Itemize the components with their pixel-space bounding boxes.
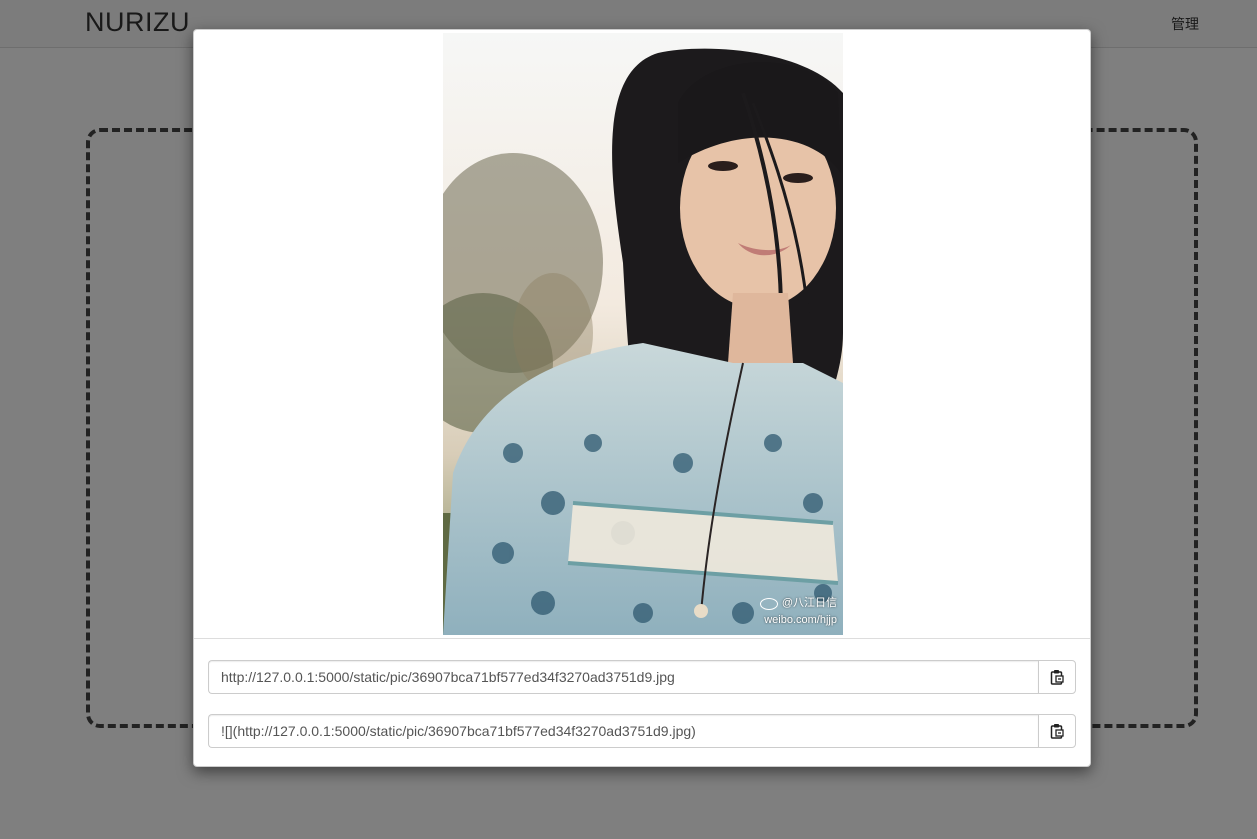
clipboard-icon <box>1050 724 1064 739</box>
image-preview-modal: @八江日信 weibo.com/hjjp <box>193 29 1091 767</box>
copy-markdown-button[interactable] <box>1038 714 1076 748</box>
url-link-group <box>208 660 1076 694</box>
uploaded-photo: @八江日信 weibo.com/hjjp <box>443 33 843 635</box>
markdown-link-group <box>208 714 1076 748</box>
copy-url-button[interactable] <box>1038 660 1076 694</box>
modal-image-area: @八江日信 weibo.com/hjjp <box>194 30 1090 639</box>
markdown-link-input[interactable] <box>208 714 1038 748</box>
watermark-site: weibo.com/hjjp <box>764 614 837 626</box>
photo-watermark: @八江日信 weibo.com/hjjp <box>759 595 837 629</box>
clipboard-icon <box>1050 670 1064 685</box>
weibo-icon <box>759 597 778 610</box>
watermark-handle: @八江日信 <box>781 597 837 609</box>
url-link-input[interactable] <box>208 660 1038 694</box>
